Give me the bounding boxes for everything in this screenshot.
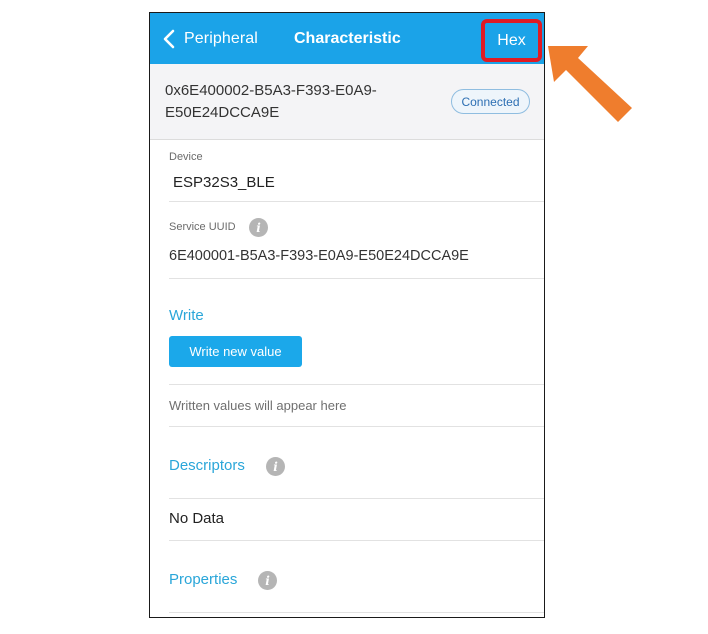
write-new-value-button[interactable]: Write new value [169,336,302,367]
characteristic-header: 0x6E400002-B5A3-F393-E0A9- E50E24DCCA9E … [150,64,544,140]
annotation-arrow-icon [548,46,632,122]
characteristic-uuid-line2: E50E24DCCA9E [165,104,280,121]
back-label: Peripheral [184,30,258,47]
hex-label: Hex [497,31,526,49]
written-values-placeholder: Written values will appear here [169,398,347,413]
page-title: Characteristic [294,30,401,47]
descriptors-info-icon[interactable]: i [266,457,285,476]
descriptors-section-title: Descriptors [169,457,245,474]
properties-info-icon[interactable]: i [258,571,277,590]
write-section-title: Write [169,307,204,324]
device-name: ESP32S3_BLE [173,174,275,191]
connection-status-badge: Connected [451,89,530,114]
divider [169,384,544,385]
divider [169,540,544,541]
hex-button[interactable]: Hex [481,19,542,62]
divider [169,426,544,427]
phone-screen: Peripheral Characteristic Hex 0x6E400002… [149,12,545,618]
back-button[interactable]: Peripheral [162,27,258,51]
characteristic-uuid: 0x6E400002-B5A3-F393-E0A9- E50E24DCCA9E [165,80,425,124]
write-new-value-label: Write new value [189,344,282,359]
divider [169,498,544,499]
properties-section-title: Properties [169,571,238,588]
navigation-bar: Peripheral Characteristic Hex [150,13,544,64]
service-uuid-info-icon[interactable]: i [249,218,268,237]
divider [169,201,544,202]
service-uuid-value: 6E400001-B5A3-F393-E0A9-E50E24DCCA9E [169,248,469,264]
service-uuid-label: Service UUID [169,221,236,233]
chevron-left-icon [163,29,175,49]
characteristic-uuid-line1: 0x6E400002-B5A3-F393-E0A9- [165,82,377,99]
divider [169,612,544,613]
device-label: Device [169,151,203,163]
divider [169,278,544,279]
descriptors-value: No Data [169,510,225,527]
